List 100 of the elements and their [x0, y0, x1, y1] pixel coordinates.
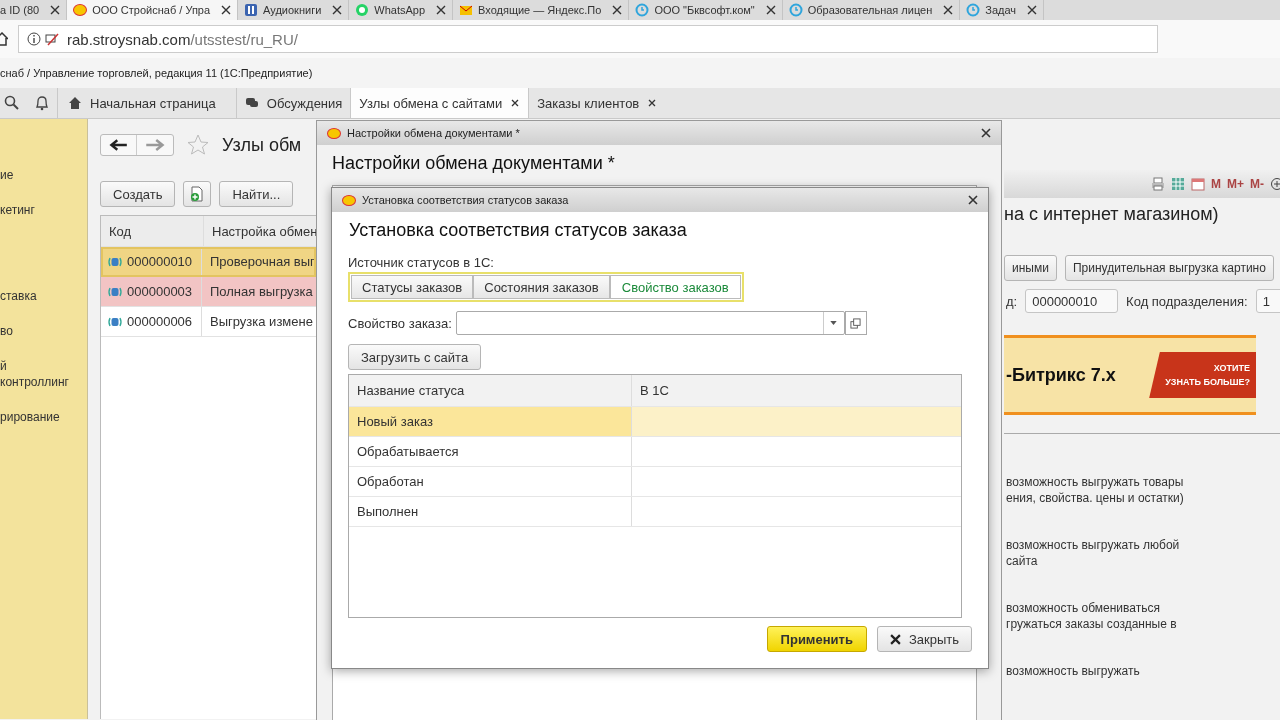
sidebar-item[interactable]: й контроллинг [0, 358, 87, 390]
source-option[interactable]: Состояния заказов [473, 275, 610, 299]
toolbar-button[interactable]: иными [1004, 255, 1057, 281]
dropdown-icon[interactable] [830, 321, 838, 325]
table-cell: 000000003 [127, 284, 193, 299]
exchange-node-icon [107, 315, 123, 328]
close-button[interactable]: Закрыть [876, 626, 972, 652]
load-button[interactable]: Загрузить с сайта [348, 344, 482, 370]
logo-icon [342, 194, 356, 206]
mail-icon [459, 3, 474, 17]
window-title: Настройки обмена документами * [347, 127, 521, 139]
call-to-action-text: ХОТИТЕ УЗНАТЬ БОЛЬШЕ? [1149, 352, 1256, 398]
code-field[interactable]: 000000010 [1025, 289, 1119, 313]
chat-icon [244, 96, 259, 110]
sidebar-item[interactable]: кетинг [0, 202, 87, 218]
home-icon [68, 96, 82, 110]
table-cell: 000000006 [127, 314, 193, 329]
table-cell-text: Полная выгрузка [209, 284, 313, 299]
exchange-node-icon [107, 285, 123, 298]
navigation-buttons[interactable] [100, 134, 174, 156]
ad-banner[interactable]: -Битрикс 7.x ХОТИТЕ УЗНАТЬ БОЛЬШЕ? [1004, 335, 1256, 415]
bell-icon[interactable] [34, 95, 50, 111]
copy-button[interactable] [183, 181, 212, 207]
star-icon[interactable] [186, 133, 210, 157]
close-icon[interactable] [612, 5, 623, 15]
column-header[interactable]: Код [101, 216, 204, 246]
source-option[interactable]: Свойство заказов [609, 275, 741, 299]
description-text: возможность выгружать [1006, 663, 1141, 679]
field-label: Источник статусов в 1С: [348, 255, 494, 270]
close-icon[interactable] [968, 195, 978, 205]
source-option[interactable]: Статусы заказов [351, 275, 474, 299]
field-label: Свойство заказа: [348, 315, 452, 331]
property-field[interactable] [455, 311, 845, 335]
close-icon[interactable] [647, 98, 658, 108]
section-tab[interactable]: Начальная страница [57, 88, 236, 118]
table-cell-text: Проверочная выг [209, 254, 315, 269]
clock-icon [788, 3, 803, 17]
memory-button[interactable]: M- [1250, 177, 1264, 191]
close-icon[interactable] [221, 5, 232, 15]
apply-button[interactable]: Применить [766, 626, 867, 652]
printer-icon[interactable] [1151, 177, 1165, 191]
column-header[interactable]: Название статуса [349, 375, 632, 406]
table-row[interactable]: 000000006 Выгрузка измене [101, 307, 316, 337]
division-field[interactable]: 1 [1255, 289, 1280, 313]
sidebar-item[interactable]: ие [0, 167, 87, 183]
table-cell: 000000010 [127, 254, 193, 269]
column-header[interactable]: В 1С [632, 375, 961, 406]
section-tab[interactable]: Узлы обмена с сайтами [350, 88, 529, 118]
description-text: возможность выгружать товары ения, свойства. цены и остатки) [1006, 474, 1185, 506]
window-title: Установка соответствия статусов заказа [362, 194, 570, 206]
browser-tab[interactable]: ООО Стройснаб / Упра [67, 0, 239, 20]
table-cell[interactable]: Обрабатывается [349, 437, 632, 466]
sidebar-item[interactable]: ставка [0, 288, 87, 304]
section-tab[interactable]: Заказы клиентов [528, 88, 666, 118]
description-text: возможность выгружать любой сайта [1006, 537, 1181, 569]
clock-icon [966, 3, 981, 17]
book-icon [244, 3, 259, 17]
info-icon [27, 32, 41, 46]
table-cell-text: Выгрузка измене [209, 314, 313, 329]
calendar-icon[interactable] [1191, 177, 1205, 191]
add-document-icon [190, 186, 205, 202]
address-bar[interactable]: rab.stroysnab.com/utsstest/ru_RU/ [18, 25, 1158, 53]
search-icon[interactable] [4, 95, 20, 111]
find-button[interactable]: Найти... [219, 181, 294, 207]
close-icon[interactable] [332, 5, 343, 15]
table-cell[interactable]: Новый заказ [349, 407, 632, 436]
permissions-icon [45, 32, 59, 46]
table-cell[interactable]: Обработан [349, 467, 632, 496]
logo-icon [73, 4, 88, 16]
table-cell[interactable]: Выполнен [349, 497, 632, 526]
table-row[interactable]: 000000003 Полная выгрузка [101, 277, 316, 307]
chat-icon [355, 3, 370, 17]
field-label: д: [1006, 293, 1018, 309]
field-label: Код подразделения: [1126, 293, 1248, 309]
column-header[interactable]: Настройка обмен [204, 223, 316, 239]
banner-text: -Битрикс 7.x [1005, 364, 1116, 386]
dialog-heading: Установка соответствия статусов заказа [349, 220, 687, 241]
form-title: на с интернет магазином) [1004, 204, 1220, 225]
close-icon[interactable] [50, 5, 61, 15]
close-icon[interactable] [765, 5, 776, 15]
description-text: возможность обмениваться гружаться заказы созданные в [1006, 600, 1178, 632]
sidebar-item[interactable]: рирование [0, 409, 87, 425]
toolbar-button[interactable]: Принудительная выгрузка картино [1064, 255, 1274, 281]
dialog-heading: Настройки обмена документами * [332, 153, 616, 174]
memory-button[interactable]: M [1211, 177, 1221, 191]
close-icon[interactable] [436, 5, 447, 15]
close-icon[interactable] [943, 5, 954, 15]
memory-button[interactable]: M+ [1227, 177, 1244, 191]
table-row[interactable]: 000000010 Проверочная выг [101, 247, 316, 277]
close-icon[interactable] [1027, 5, 1038, 15]
close-icon[interactable] [510, 98, 521, 108]
sidebar-item[interactable]: во [0, 323, 87, 339]
zoom-in-icon[interactable] [1270, 177, 1280, 191]
exchange-node-icon [107, 255, 123, 268]
table-cell[interactable] [632, 407, 961, 436]
create-button[interactable]: Создать [100, 181, 176, 207]
clock-icon [635, 3, 650, 17]
logo-icon [327, 127, 341, 139]
open-icon[interactable] [850, 317, 862, 329]
close-icon[interactable] [981, 128, 991, 138]
